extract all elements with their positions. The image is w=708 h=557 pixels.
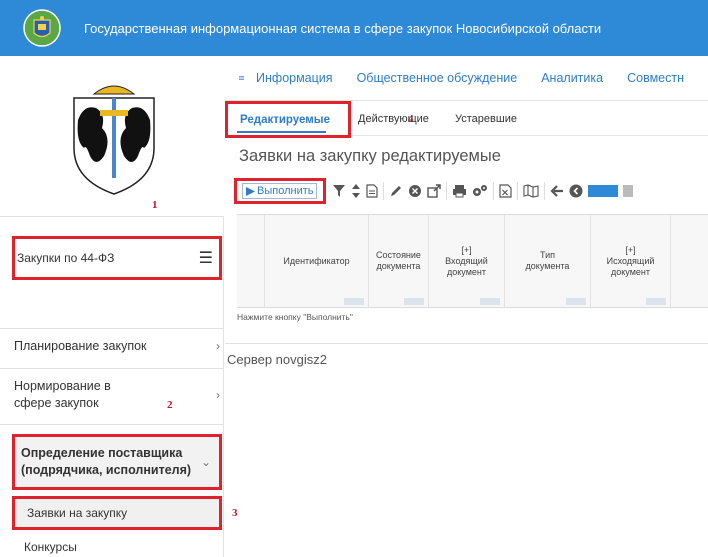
- back-circle-icon[interactable]: [569, 184, 583, 198]
- column-header-label: [+] Входящий документ: [445, 244, 488, 277]
- column-filter-icon[interactable]: [646, 298, 666, 305]
- run-button[interactable]: Выполнить: [234, 178, 326, 204]
- print-icon[interactable]: [452, 184, 467, 198]
- grid-column-outgoing-doc[interactable]: [+] Исходящий документ: [591, 215, 671, 307]
- divider: [0, 216, 224, 217]
- top-menu: Информация Общественное обсуждение Анали…: [225, 56, 708, 100]
- crest-area: [0, 56, 224, 216]
- divider: [0, 368, 224, 369]
- toolbar-separator: [446, 182, 447, 200]
- filter-icon[interactable]: [332, 184, 346, 198]
- chevron-right-icon: ›: [216, 387, 220, 402]
- column-header-label: Тип документа: [525, 250, 570, 271]
- sidebar-item-norming[interactable]: Нормирование в сфере закупок ›: [14, 378, 220, 412]
- tab-bar: Редактируемые 4 Действующие Устаревшие: [225, 100, 708, 138]
- law-selector-label: Закупки по 44-ФЗ: [17, 251, 115, 265]
- grid-column-identifier[interactable]: Идентификатор: [265, 215, 369, 307]
- divider: [0, 328, 224, 329]
- export-icon[interactable]: [427, 184, 441, 198]
- menu-link-public-discussion[interactable]: Общественное обсуждение: [357, 71, 518, 85]
- sidebar-subitem-label: Заявки на закупку: [27, 506, 128, 520]
- sidebar-subitem-purchase-requests[interactable]: Заявки на закупку: [12, 496, 222, 530]
- hamburger-menu-icon[interactable]: ☰: [199, 248, 213, 268]
- grid-column-doc-type[interactable]: Тип документа: [505, 215, 591, 307]
- column-filter-icon[interactable]: [480, 298, 500, 305]
- toolbar: Выполнить: [225, 176, 708, 206]
- play-icon: [246, 186, 255, 196]
- server-label: Сервер novgisz2: [227, 352, 327, 367]
- app-title: Государственная информационная система в…: [84, 20, 602, 36]
- toolbar-separator: [383, 182, 384, 200]
- sidebar-item-planning[interactable]: Планирование закупок ›: [14, 338, 220, 355]
- arrow-left-icon[interactable]: [550, 184, 564, 198]
- header-bar: Государственная информационная система в…: [0, 0, 708, 56]
- settings-gears-icon[interactable]: [472, 184, 488, 198]
- tab-editable[interactable]: Редактируемые: [225, 101, 351, 138]
- grid-column-doc-state[interactable]: Состояние документа: [369, 215, 429, 307]
- column-filter-icon[interactable]: [404, 298, 424, 305]
- grid-hint: Нажмите кнопку "Выполнить": [237, 312, 353, 322]
- chevron-right-icon: ›: [216, 339, 220, 353]
- swatch-dropdown-icon[interactable]: [623, 185, 633, 197]
- sidebar-subitem-contests[interactable]: Конкурсы: [24, 540, 77, 554]
- delete-icon[interactable]: [408, 184, 422, 198]
- sort-icon[interactable]: [351, 184, 361, 198]
- column-header-label: Идентификатор: [283, 255, 350, 266]
- divider: [0, 424, 224, 425]
- column-header-label: Состояние документа: [376, 250, 421, 271]
- tab-active-docs[interactable]: Действующие: [358, 101, 429, 137]
- column-header-label: [+] Исходящий документ: [606, 244, 655, 277]
- run-button-label: Выполнить: [257, 185, 314, 197]
- column-filter-icon[interactable]: [344, 298, 364, 305]
- page-title: Заявки на закупку редактируемые: [239, 147, 501, 165]
- sidebar-item-supplier-determination[interactable]: Определение поставщика (подрядчика, испо…: [12, 434, 222, 490]
- main-area: Информация Общественное обсуждение Анали…: [225, 56, 708, 557]
- marker-1: 1: [152, 199, 158, 211]
- sidebar: 1 Закупки по 44-ФЗ ☰ Планирование закупо…: [0, 56, 238, 557]
- menu-link-info[interactable]: Информация: [256, 71, 333, 85]
- sidebar-item-label: Нормирование в сфере закупок: [14, 379, 111, 410]
- column-filter-icon[interactable]: [566, 298, 586, 305]
- sidebar-item-label: Определение поставщика (подрядчика, испо…: [21, 446, 192, 477]
- tab-outdated[interactable]: Устаревшие: [455, 101, 517, 137]
- excel-export-icon[interactable]: [499, 184, 512, 198]
- coat-of-arms-icon: [73, 85, 155, 195]
- sidebar-item-label: Планирование закупок: [14, 339, 147, 353]
- toolbar-separator: [517, 182, 518, 200]
- color-swatch[interactable]: [588, 185, 618, 197]
- marker-2: 2: [167, 399, 173, 411]
- chevron-down-icon: ⌄: [200, 455, 211, 469]
- toolbar-icons: [332, 182, 633, 200]
- edit-pencil-icon[interactable]: [389, 184, 403, 198]
- map-icon[interactable]: [523, 184, 539, 198]
- grid-column-incoming-doc[interactable]: [+] Входящий документ: [429, 215, 505, 307]
- ais-logo-icon[interactable]: [22, 8, 62, 48]
- menu-toggle-icon[interactable]: [239, 70, 245, 86]
- menu-link-analytics[interactable]: Аналитика: [541, 71, 603, 85]
- document-icon[interactable]: [366, 184, 378, 198]
- toolbar-separator: [493, 182, 494, 200]
- data-grid-header: Идентификатор Состояние документа [+] Вх…: [237, 214, 708, 308]
- toolbar-separator: [544, 182, 545, 200]
- divider: [225, 343, 708, 344]
- grid-column-checkbox[interactable]: [237, 215, 265, 307]
- tab-label: Редактируемые: [240, 113, 331, 126]
- menu-link-joint[interactable]: Совместн: [627, 71, 684, 85]
- law-selector[interactable]: Закупки по 44-ФЗ ☰: [12, 236, 222, 280]
